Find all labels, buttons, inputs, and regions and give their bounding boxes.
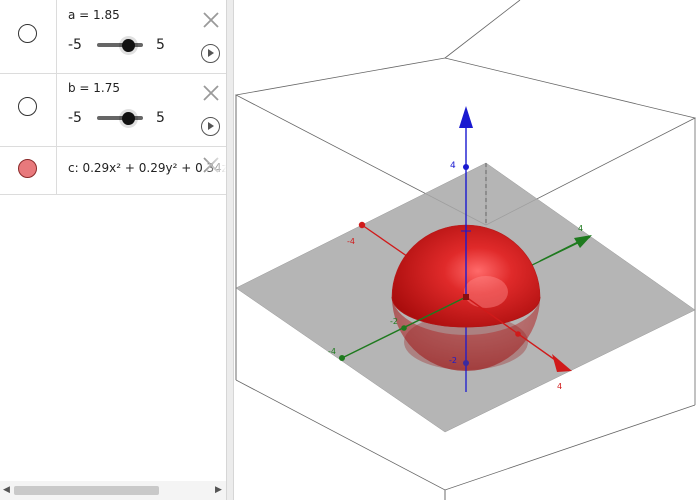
y-tick-label: -4 — [328, 347, 336, 356]
close-icon[interactable] — [201, 83, 221, 103]
z-tick-label: 4 — [450, 161, 456, 171]
marble-cell — [0, 146, 57, 194]
origin-point — [463, 294, 469, 300]
algebra-view: a = 1.85 -5 5 b = 1.75 -5 5 c: 0.29x² + … — [0, 0, 226, 500]
text-overflow-fade — [205, 150, 226, 190]
quadric-row-c: c: 0.29x² + 0.29y² + 0.34z — [0, 146, 226, 195]
slider-track-a[interactable] — [97, 43, 143, 47]
y-tick-label: 4 — [578, 224, 583, 233]
slider-row-a: a = 1.85 -5 5 — [0, 0, 226, 74]
quadric-highlight — [464, 276, 508, 308]
slider-max-b: 5 — [156, 110, 165, 126]
z-tick-label: -2 — [449, 356, 457, 365]
slider-knob-a[interactable] — [122, 39, 135, 52]
graphics-3d-view[interactable]: -2 4 -4 4 -4 -2 4 — [234, 0, 700, 500]
slider-row-b: b = 1.75 -5 5 — [0, 73, 226, 147]
x-tick-label: -4 — [347, 237, 355, 246]
scroll-left-icon[interactable]: ◀ — [3, 485, 10, 495]
definition-a[interactable]: a = 1.85 — [68, 8, 120, 22]
horizontal-scrollbar[interactable]: ◀ ▶ — [0, 481, 226, 500]
visibility-toggle-a[interactable] — [18, 24, 37, 43]
scrollbar-thumb[interactable] — [14, 486, 159, 495]
slider-min-a: -5 — [68, 37, 82, 53]
close-icon[interactable] — [201, 10, 221, 30]
visibility-toggle-b[interactable] — [18, 97, 37, 116]
marble-cell — [0, 0, 57, 73]
marble-cell — [0, 73, 57, 146]
slider-max-a: 5 — [156, 37, 165, 53]
definition-b[interactable]: b = 1.75 — [68, 81, 120, 95]
visibility-toggle-c[interactable] — [18, 159, 37, 178]
y-tick-label: -2 — [390, 317, 398, 326]
play-icon[interactable] — [201, 44, 220, 63]
x-tick-label: 4 — [557, 382, 562, 391]
scroll-right-icon[interactable]: ▶ — [215, 485, 222, 495]
view-splitter[interactable] — [226, 0, 234, 500]
z-axis-point — [463, 360, 469, 366]
slider-min-b: -5 — [68, 110, 82, 126]
slider-knob-b[interactable] — [121, 112, 135, 125]
play-icon[interactable] — [201, 117, 220, 136]
slider-track-b[interactable] — [97, 116, 143, 120]
